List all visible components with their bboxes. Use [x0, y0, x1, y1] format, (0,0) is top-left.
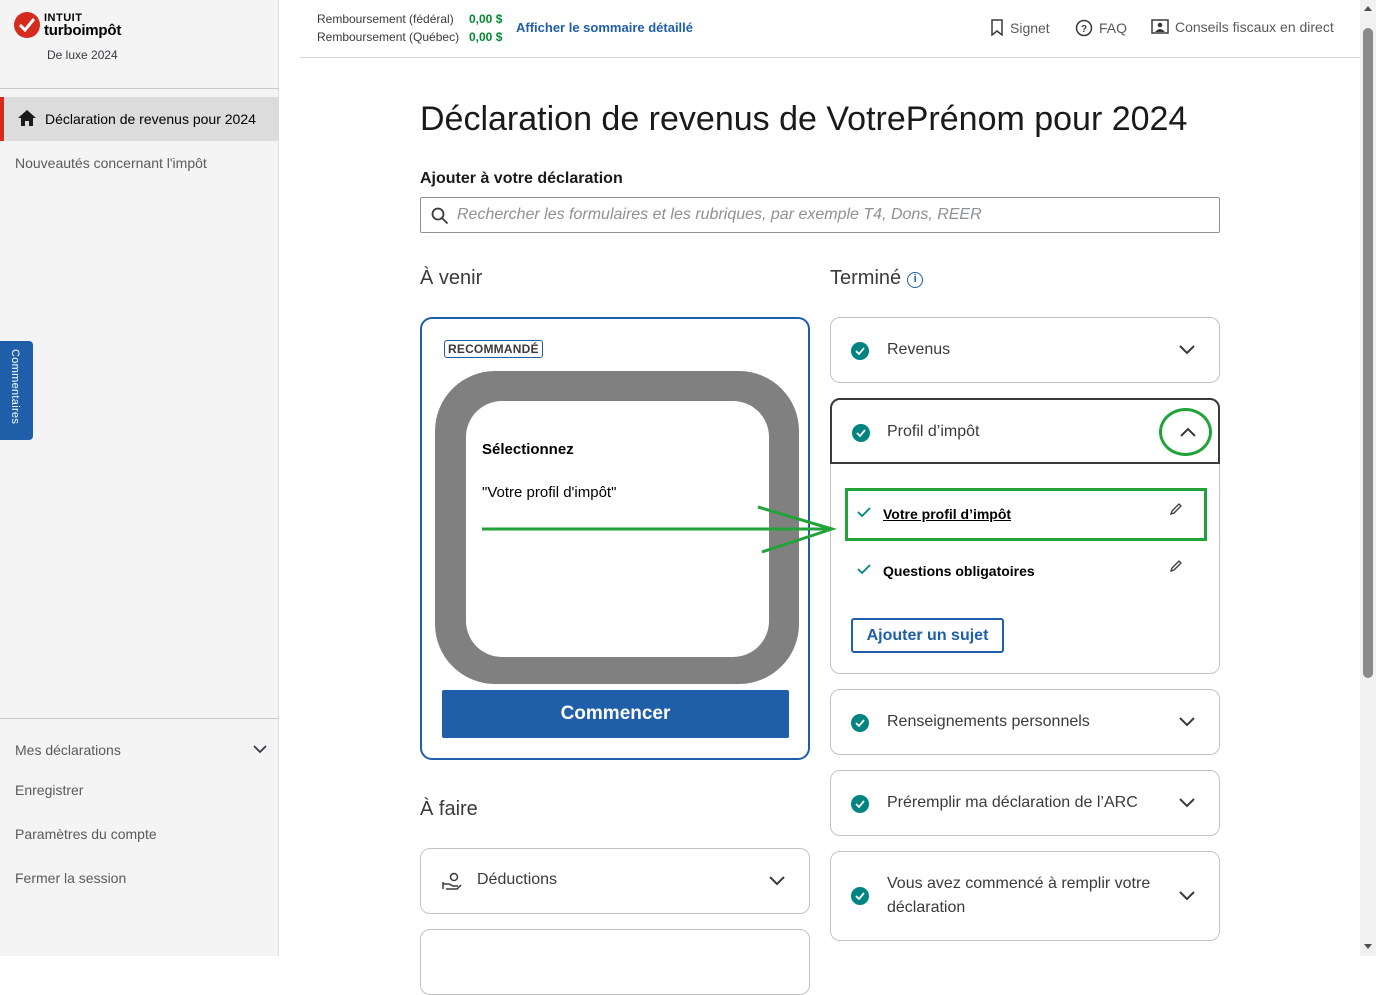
feedback-tab[interactable]: Commentaires — [0, 341, 33, 440]
sidebar-divider — [0, 718, 279, 719]
done-heading: Terminé — [830, 267, 902, 289]
feedback-tab-label: Commentaires — [9, 349, 21, 425]
annotation-highlight-box — [845, 488, 1207, 541]
home-icon — [18, 110, 36, 126]
bookmark-button[interactable]: Signet — [990, 19, 1050, 36]
refund-federal-label: Remboursement (fédéral) — [317, 12, 454, 26]
chevron-down-icon[interactable] — [769, 876, 785, 886]
annotation-arrow-icon — [482, 505, 838, 554]
faq-label: FAQ — [1099, 20, 1128, 36]
live-advice-button[interactable]: Conseils fiscaux en direct — [1151, 19, 1334, 35]
accordion-label: Vous avez commencé à remplir votre décla… — [887, 875, 1151, 916]
search-icon — [431, 207, 449, 225]
product-wordmark: turboimpôt — [44, 22, 122, 39]
checkmark-logo-icon — [14, 12, 40, 38]
sidebar-item-label: Déclaration de revenus pour 2024 — [45, 111, 256, 127]
faq-button[interactable]: ? FAQ — [1075, 19, 1127, 37]
bookmark-icon — [991, 19, 1003, 36]
info-icon[interactable]: i — [907, 272, 924, 288]
vertical-scrollbar[interactable] — [1360, 0, 1376, 956]
accordion-label: Renseignements personnels — [887, 713, 1090, 730]
sidebar-divider — [0, 88, 279, 89]
chevron-down-icon[interactable] — [1179, 717, 1195, 727]
accordion-label: Préremplir ma déclaration de l’ARC — [887, 794, 1138, 811]
add-topic-button[interactable]: Ajouter un sujet — [851, 618, 1004, 653]
mandatory-questions-link[interactable]: Questions obligatoires — [883, 563, 1035, 579]
instruction-line-2: "Votre profil d'impôt" — [482, 484, 617, 501]
chevron-down-icon[interactable] — [253, 744, 267, 754]
completed-check-icon — [851, 795, 869, 813]
scroll-up-arrow-icon[interactable] — [1364, 6, 1372, 11]
accordion-label: Revenus — [887, 341, 951, 358]
edit-pencil-icon[interactable] — [1169, 559, 1183, 573]
top-bar: Remboursement (fédéral) 0,00 $ Rembourse… — [300, 0, 1360, 58]
completed-check-icon — [851, 714, 869, 732]
sidebar-item-sign-out[interactable]: Fermer la session — [15, 870, 126, 886]
accordion-personal-info[interactable]: Renseignements personnels — [830, 689, 1220, 755]
bookmark-label: Signet — [1010, 19, 1050, 36]
sidebar-item-my-returns[interactable]: Mes déclarations — [15, 742, 121, 758]
turbotax-logo[interactable]: INTUIT turboimpôt De luxe 2024 — [14, 12, 164, 64]
search-box[interactable] — [420, 197, 1220, 233]
accordion-income[interactable]: Revenus — [830, 317, 1220, 383]
edition-label: De luxe 2024 — [47, 48, 118, 62]
completed-check-icon — [852, 424, 870, 442]
accordion-started-return[interactable]: Vous avez commencé à remplir votre décla… — [830, 851, 1220, 941]
accordion-label: Profil d’impôt — [887, 423, 980, 440]
scroll-thumb[interactable] — [1363, 28, 1373, 678]
refund-federal-value: 0,00 $ — [469, 12, 503, 26]
refund-quebec-label: Remboursement (Québec) — [317, 30, 460, 44]
chevron-down-icon[interactable] — [1179, 891, 1195, 901]
chevron-down-icon[interactable] — [1179, 345, 1195, 355]
done-heading-wrap: Terminé i — [830, 267, 924, 290]
accordion-autofill[interactable]: Préremplir ma déclaration de l’ARC — [830, 770, 1220, 836]
help-circle-icon: ? — [1075, 19, 1093, 37]
instruction-line-1: Sélectionnez — [482, 441, 574, 458]
sidebar-item-account-settings[interactable]: Paramètres du compte — [15, 826, 157, 842]
checkmark-icon — [857, 564, 871, 575]
start-button[interactable]: Commencer — [442, 690, 789, 738]
sidebar-item-save[interactable]: Enregistrer — [15, 782, 83, 798]
refund-quebec-value: 0,00 $ — [469, 30, 503, 44]
todo-next-card[interactable] — [420, 929, 810, 995]
sidebar: INTUIT turboimpôt De luxe 2024 Déclarati… — [0, 0, 279, 956]
completed-check-icon — [851, 887, 869, 905]
add-to-return-label: Ajouter à votre déclaration — [420, 170, 623, 187]
sidebar-item-tax-news[interactable]: Nouveautés concernant l'impôt — [15, 155, 207, 171]
completed-check-icon — [851, 342, 869, 360]
live-advice-label: Conseils fiscaux en direct — [1175, 19, 1334, 35]
detailed-summary-link[interactable]: Afficher le sommaire détaillé — [516, 20, 693, 35]
upcoming-heading: À venir — [420, 267, 483, 289]
expert-chat-icon — [1151, 19, 1169, 34]
sidebar-item-tax-return[interactable]: Déclaration de revenus pour 2024 — [0, 97, 279, 141]
annotation-highlight-circle — [1159, 408, 1212, 456]
todo-heading: À faire — [420, 798, 478, 820]
search-input[interactable] — [457, 203, 1207, 227]
scroll-down-arrow-icon[interactable] — [1364, 944, 1372, 949]
recommended-badge: RECOMMANDÉ — [444, 340, 543, 358]
todo-deductions[interactable]: Déductions — [420, 848, 810, 914]
chevron-down-icon[interactable] — [1179, 798, 1195, 808]
svg-text:?: ? — [1081, 24, 1087, 35]
hand-coin-icon — [442, 872, 462, 890]
todo-label: Déductions — [477, 871, 558, 888]
page-title: Déclaration de revenus de VotrePrénom po… — [420, 100, 1188, 138]
